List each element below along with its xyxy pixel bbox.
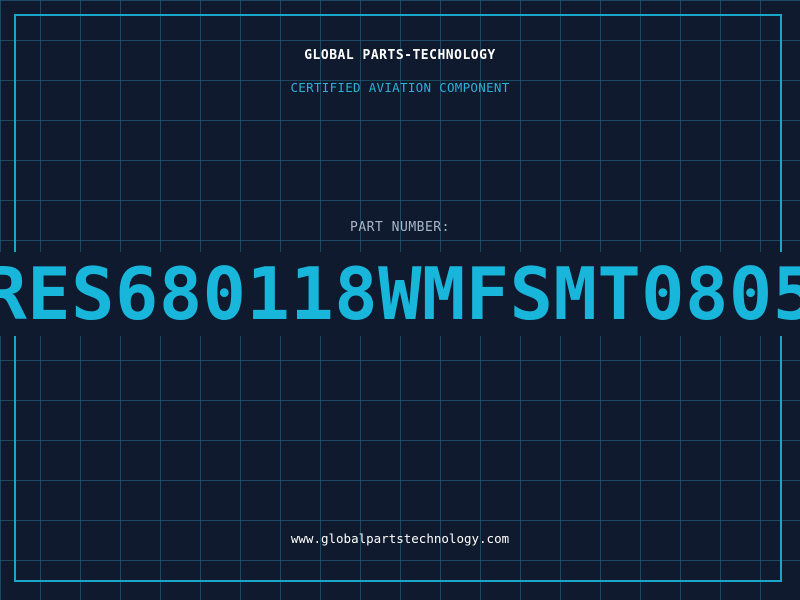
part-number-band: RES680118WMFSMT0805	[0, 252, 800, 336]
part-number-label: PART NUMBER:	[350, 220, 450, 235]
brand-name: GLOBAL PARTS-TECHNOLOGY	[304, 48, 496, 63]
brand-tagline: CERTIFIED AVIATION COMPONENT	[290, 80, 510, 95]
website-url: www.globalpartstechnology.com	[290, 531, 510, 546]
part-number-value: RES680118WMFSMT0805	[0, 252, 800, 336]
